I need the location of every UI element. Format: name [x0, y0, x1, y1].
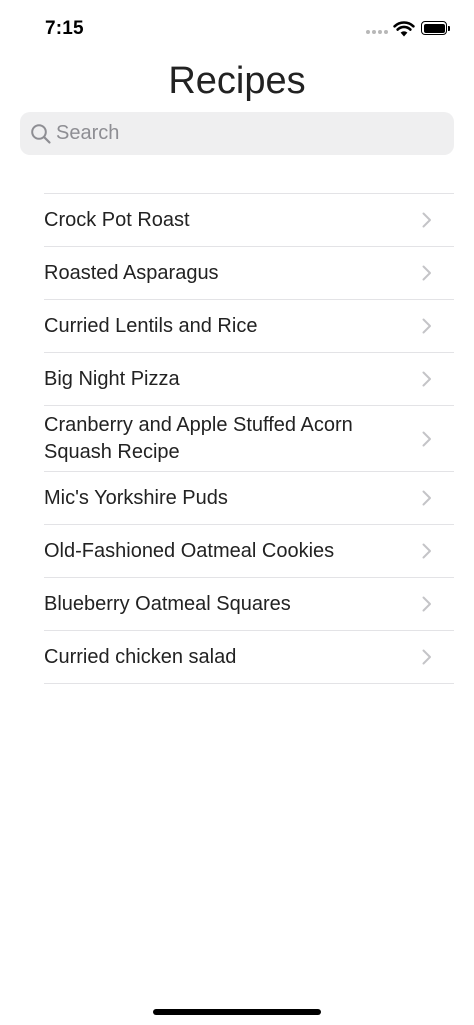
chevron-right-icon — [422, 318, 431, 334]
search-icon — [31, 124, 51, 144]
cellular-signal-icon — [366, 30, 388, 34]
list-item[interactable]: Cranberry and Apple Stuffed Acorn Squash… — [44, 406, 454, 472]
home-indicator[interactable] — [153, 1009, 321, 1015]
chevron-right-icon — [422, 596, 431, 612]
page-title: Recipes — [168, 60, 306, 102]
list-item[interactable]: Curried Lentils and Rice — [44, 300, 454, 353]
list-item-label: Curried Lentils and Rice — [44, 314, 258, 337]
recipe-list: Crock Pot Roast Roasted Asparagus Currie… — [44, 193, 454, 684]
list-item[interactable]: Mic's Yorkshire Puds — [44, 472, 454, 525]
battery-icon — [421, 21, 453, 37]
wifi-icon — [393, 21, 415, 37]
chevron-right-icon — [422, 543, 431, 559]
search-input[interactable] — [56, 112, 436, 155]
list-item[interactable]: Blueberry Oatmeal Squares — [44, 578, 454, 631]
list-item[interactable]: Curried chicken salad — [44, 631, 454, 684]
list-item[interactable]: Roasted Asparagus — [44, 247, 454, 300]
list-item-label: Cranberry and Apple Stuffed Acorn Squash… — [44, 413, 353, 463]
chevron-right-icon — [422, 265, 431, 281]
list-item-label: Big Night Pizza — [44, 367, 180, 390]
chevron-right-icon — [422, 212, 431, 228]
list-item[interactable]: Old-Fashioned Oatmeal Cookies — [44, 525, 454, 578]
list-item-label: Old-Fashioned Oatmeal Cookies — [44, 539, 335, 562]
list-item-label: Curried chicken salad — [44, 645, 237, 668]
chevron-right-icon — [422, 490, 431, 506]
list-item[interactable]: Big Night Pizza — [44, 353, 454, 406]
list-item-label: Roasted Asparagus — [44, 261, 219, 284]
chevron-right-icon — [422, 649, 431, 665]
status-bar: 7:15 — [0, 0, 474, 58]
list-item-label: Mic's Yorkshire Puds — [44, 486, 228, 509]
list-item[interactable]: Crock Pot Roast — [44, 194, 454, 247]
chevron-right-icon — [422, 431, 431, 446]
status-time: 7:15 — [45, 18, 84, 39]
list-item-label: Blueberry Oatmeal Squares — [44, 592, 291, 615]
recipes-screen: 7:15 Recipes Crock Pot Roast Roasted As — [0, 0, 474, 1025]
chevron-right-icon — [422, 371, 431, 387]
search-bar[interactable] — [20, 112, 454, 155]
list-item-label: Crock Pot Roast — [44, 208, 190, 231]
